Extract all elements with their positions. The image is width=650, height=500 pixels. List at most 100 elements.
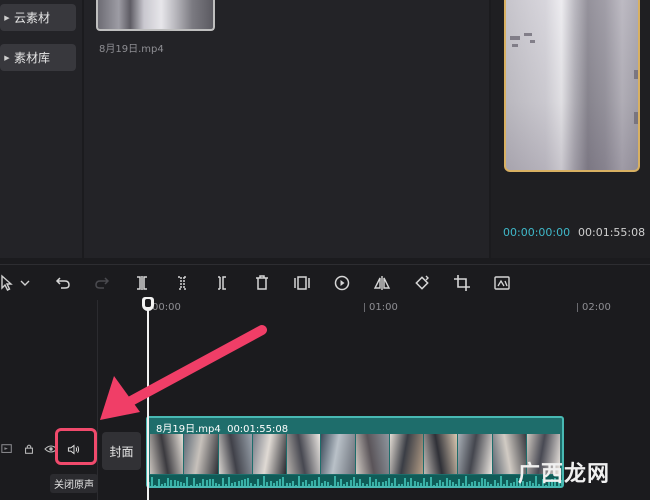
clip-thumbnail-frame — [218, 434, 252, 474]
waveform-bar — [330, 485, 333, 486]
waveform-bar — [394, 478, 397, 486]
waveform-bar — [256, 479, 259, 486]
waveform-bar — [253, 484, 256, 486]
ruler-label: 02:00 — [582, 302, 611, 313]
freeze-frame-icon[interactable] — [291, 272, 313, 294]
waveform-bar — [167, 478, 170, 486]
waveform-bar — [298, 476, 301, 486]
waveform-bar — [490, 483, 493, 486]
waveform-bar — [218, 484, 221, 486]
waveform-bar — [234, 482, 237, 486]
waveform-bar — [333, 476, 336, 486]
waveform-bar — [186, 477, 189, 486]
chevron-down-icon[interactable] — [14, 272, 36, 294]
sidebar-item-cloud-material[interactable]: ▶ 云素材 — [0, 4, 76, 31]
waveform-bar — [452, 481, 454, 486]
play-reverse-icon[interactable] — [331, 272, 353, 294]
waveform-bar — [474, 481, 477, 486]
auto-reframe-icon[interactable] — [491, 272, 513, 294]
waveform-bar — [336, 481, 339, 486]
waveform-bar — [503, 483, 506, 486]
media-file-name: 8月19日.mp4 — [99, 44, 164, 55]
media-panel: 8月19日.mp4 — [84, 0, 489, 258]
clip-label: 8月19日.mp4 00:01:55:08 — [156, 420, 288, 435]
ruler-label: 00:00 — [152, 302, 181, 313]
rotate-icon[interactable] — [411, 272, 433, 294]
audio-waveform — [148, 475, 562, 486]
waveform-bar — [317, 477, 320, 486]
waveform-bar — [368, 477, 371, 486]
video-preview[interactable] — [504, 0, 640, 172]
waveform-bar — [176, 480, 179, 486]
waveform-bar — [464, 476, 467, 486]
delete-icon[interactable] — [251, 272, 273, 294]
waveform-bar — [477, 482, 480, 486]
waveform-bar — [496, 482, 499, 486]
waveform-bar — [420, 482, 422, 486]
waveform-bar — [436, 482, 438, 486]
waveform-bar — [388, 477, 390, 486]
waveform-bar — [391, 482, 394, 486]
split-right-icon[interactable] — [211, 272, 233, 294]
waveform-bar — [416, 482, 419, 486]
waveform-bar — [461, 482, 464, 486]
waveform-bar — [512, 482, 515, 486]
waveform-bar — [160, 484, 163, 486]
waveform-bar — [423, 478, 426, 486]
mute-tooltip: 关闭原声 — [50, 474, 98, 493]
waveform-bar — [196, 484, 198, 486]
waveform-bar — [404, 478, 406, 486]
redo-icon — [91, 272, 113, 294]
mute-audio-highlight — [55, 428, 97, 465]
lock-icon[interactable] — [22, 442, 36, 456]
caret-right-icon: ▶ — [4, 53, 10, 62]
timeline-ruler[interactable]: 00:00 01:00 02:00 — [100, 300, 650, 318]
waveform-bar — [314, 479, 317, 486]
waveform-bar — [349, 480, 352, 486]
waveform-bar — [205, 480, 208, 486]
cover-button[interactable]: 封面 — [102, 432, 141, 470]
waveform-bar — [250, 482, 253, 486]
waveform-bar — [362, 483, 365, 486]
split-icon[interactable] — [131, 272, 153, 294]
waveform-bar — [340, 479, 342, 486]
waveform-bar — [244, 479, 246, 486]
waveform-bar — [285, 482, 288, 486]
sidebar-item-material-library[interactable]: ▶ 素材库 — [0, 44, 76, 71]
waveform-bar — [381, 481, 384, 486]
waveform-bar — [500, 476, 502, 486]
video-clip[interactable]: 8月19日.mp4 00:01:55:08 — [146, 416, 564, 488]
playhead-handle[interactable] — [142, 297, 154, 311]
waveform-bar — [202, 479, 205, 486]
waveform-bar — [183, 483, 186, 486]
waveform-bar — [372, 481, 374, 486]
waveform-bar — [343, 483, 346, 486]
waveform-bar — [173, 479, 176, 486]
waveform-bar — [439, 479, 442, 486]
ruler-tick — [577, 303, 578, 312]
current-time: 00:00:00:00 — [503, 226, 571, 239]
crop-icon[interactable] — [451, 272, 473, 294]
clip-thumbnail-frame — [150, 434, 184, 474]
waveform-bar — [212, 479, 214, 486]
waveform-bar — [308, 484, 310, 486]
caret-right-icon: ▶ — [4, 13, 10, 22]
waveform-bar — [224, 484, 227, 486]
waveform-bar — [154, 484, 157, 486]
sidebar-item-label: 云素材 — [14, 11, 51, 25]
waveform-bar — [231, 483, 234, 486]
waveform-bar — [292, 480, 294, 486]
clip-thumbnail-frame — [424, 434, 458, 474]
clip-thumbnail-frame — [321, 434, 355, 474]
undo-icon[interactable] — [52, 272, 74, 294]
waveform-bar — [407, 481, 410, 486]
media-sidebar: ▶ 云素材 ▶ 素材库 — [0, 0, 82, 258]
clip-thumbnail-frame — [389, 434, 423, 474]
split-left-icon[interactable] — [171, 272, 193, 294]
playhead[interactable] — [147, 300, 149, 500]
media-thumbnail[interactable] — [96, 0, 215, 31]
waveform-bar — [247, 478, 250, 486]
track-label-icon[interactable] — [0, 442, 14, 456]
waveform-bar — [397, 484, 400, 486]
mirror-icon[interactable] — [371, 272, 393, 294]
